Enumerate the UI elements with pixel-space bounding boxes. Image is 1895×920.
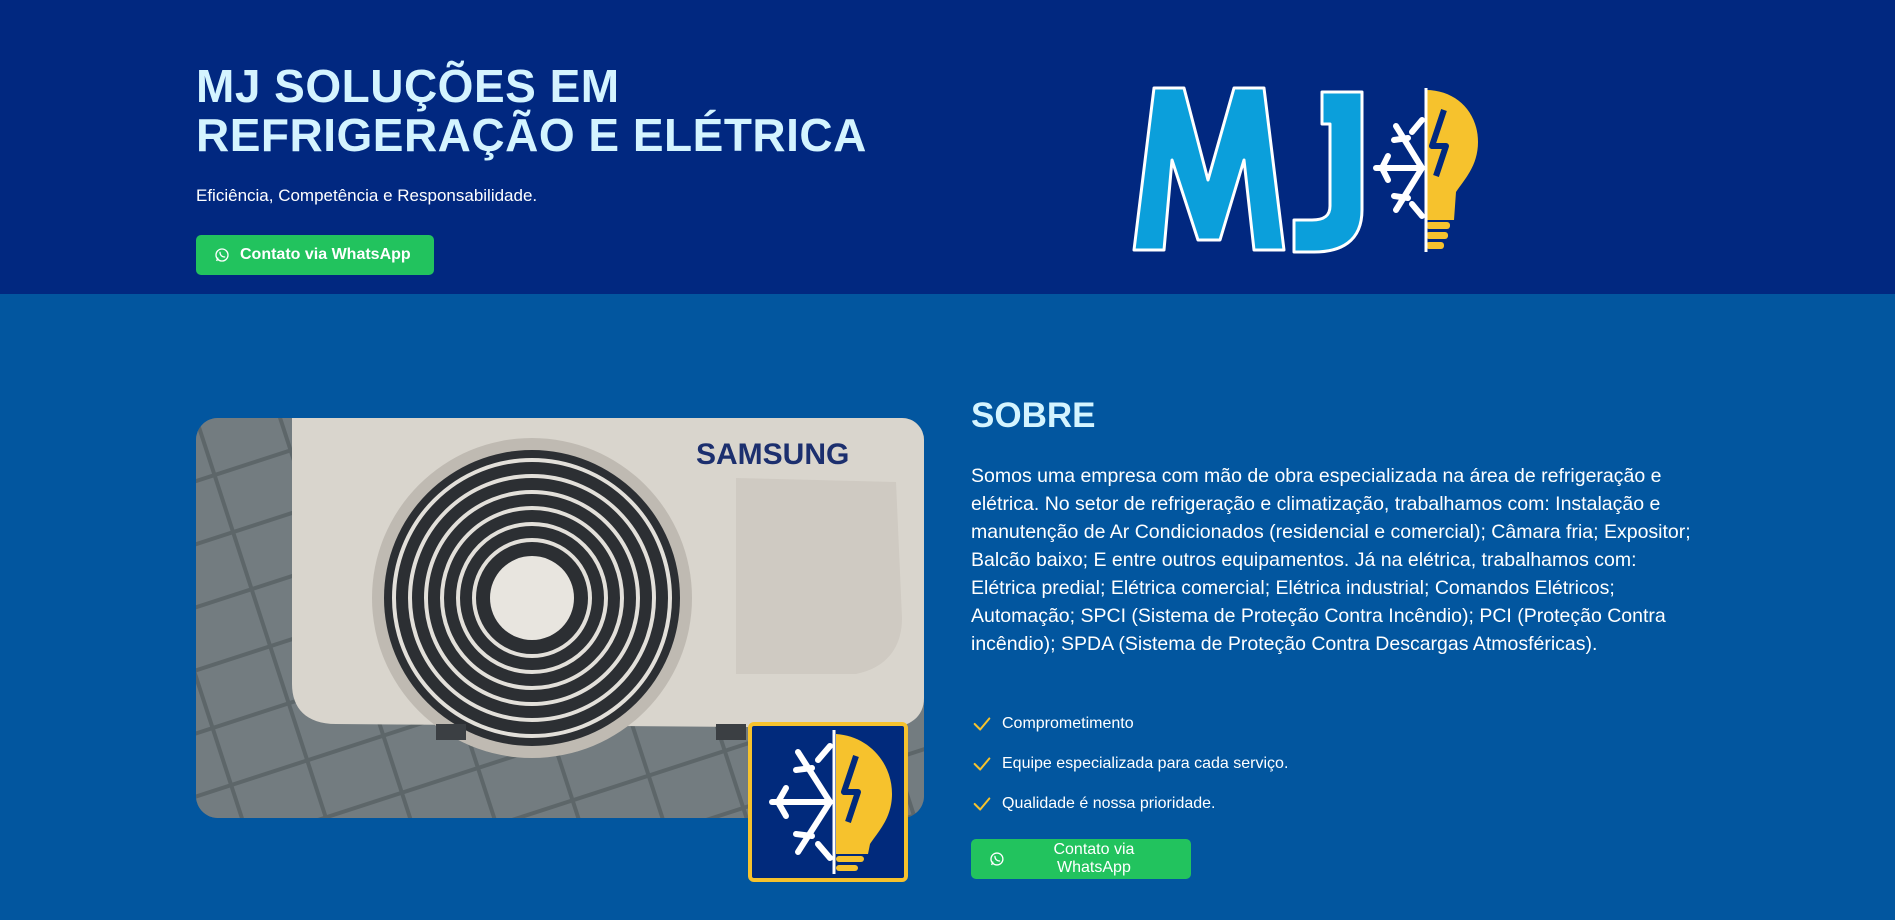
feature-label: Qualidade é nossa prioridade. <box>1002 795 1216 812</box>
company-logo <box>1132 86 1478 254</box>
badge-logo-icon <box>769 730 892 874</box>
whatsapp-icon <box>990 852 1004 866</box>
feature-item: Equipe especializada para cada serviço. <box>971 744 1288 784</box>
about-title: SOBRE <box>971 396 1096 435</box>
feature-item: Comprometimento <box>971 704 1288 744</box>
whatsapp-icon <box>215 248 229 262</box>
hero-whatsapp-label: Contato via WhatsApp <box>240 246 411 263</box>
check-icon <box>973 717 991 731</box>
photo-brand-text: SAMSUNG <box>696 438 849 471</box>
logo-letter-j <box>1292 90 1364 254</box>
hero-whatsapp-button[interactable]: Contato via WhatsApp <box>196 235 434 275</box>
feature-label: Equipe especializada para cada serviço. <box>1002 755 1289 772</box>
lightning-bulb-icon <box>1424 88 1478 252</box>
hero-title-line1: MJ SOLUÇÕES EM <box>196 60 620 112</box>
hero-title: MJ SOLUÇÕES EM REFRIGERAÇÃO E ELÉTRICA <box>196 62 956 160</box>
check-icon <box>973 797 991 811</box>
brand-badge <box>748 722 908 882</box>
hero-title-line2: REFRIGERAÇÃO E ELÉTRICA <box>196 109 867 161</box>
feature-label: Comprometimento <box>1002 715 1134 732</box>
about-section: SAMSUNG SOBRE Somos uma empresa com mão … <box>0 294 1895 920</box>
hero-section: MJ SOLUÇÕES EM REFRIGERAÇÃO E ELÉTRICA E… <box>0 0 1895 294</box>
about-description: Somos uma empresa com mão de obra especi… <box>971 465 1691 655</box>
logo-letter-m <box>1132 86 1286 252</box>
snowflake-icon <box>1373 117 1425 219</box>
feature-list: Comprometimento Equipe especializada par… <box>971 704 1288 824</box>
feature-item: Qualidade é nossa prioridade. <box>971 784 1288 824</box>
about-whatsapp-label: Contato via WhatsApp <box>1053 841 1135 876</box>
check-icon <box>973 757 991 771</box>
about-whatsapp-button[interactable]: Contato via WhatsApp <box>971 839 1191 879</box>
hero-subtitle: Eficiência, Competência e Responsabilida… <box>196 186 538 205</box>
